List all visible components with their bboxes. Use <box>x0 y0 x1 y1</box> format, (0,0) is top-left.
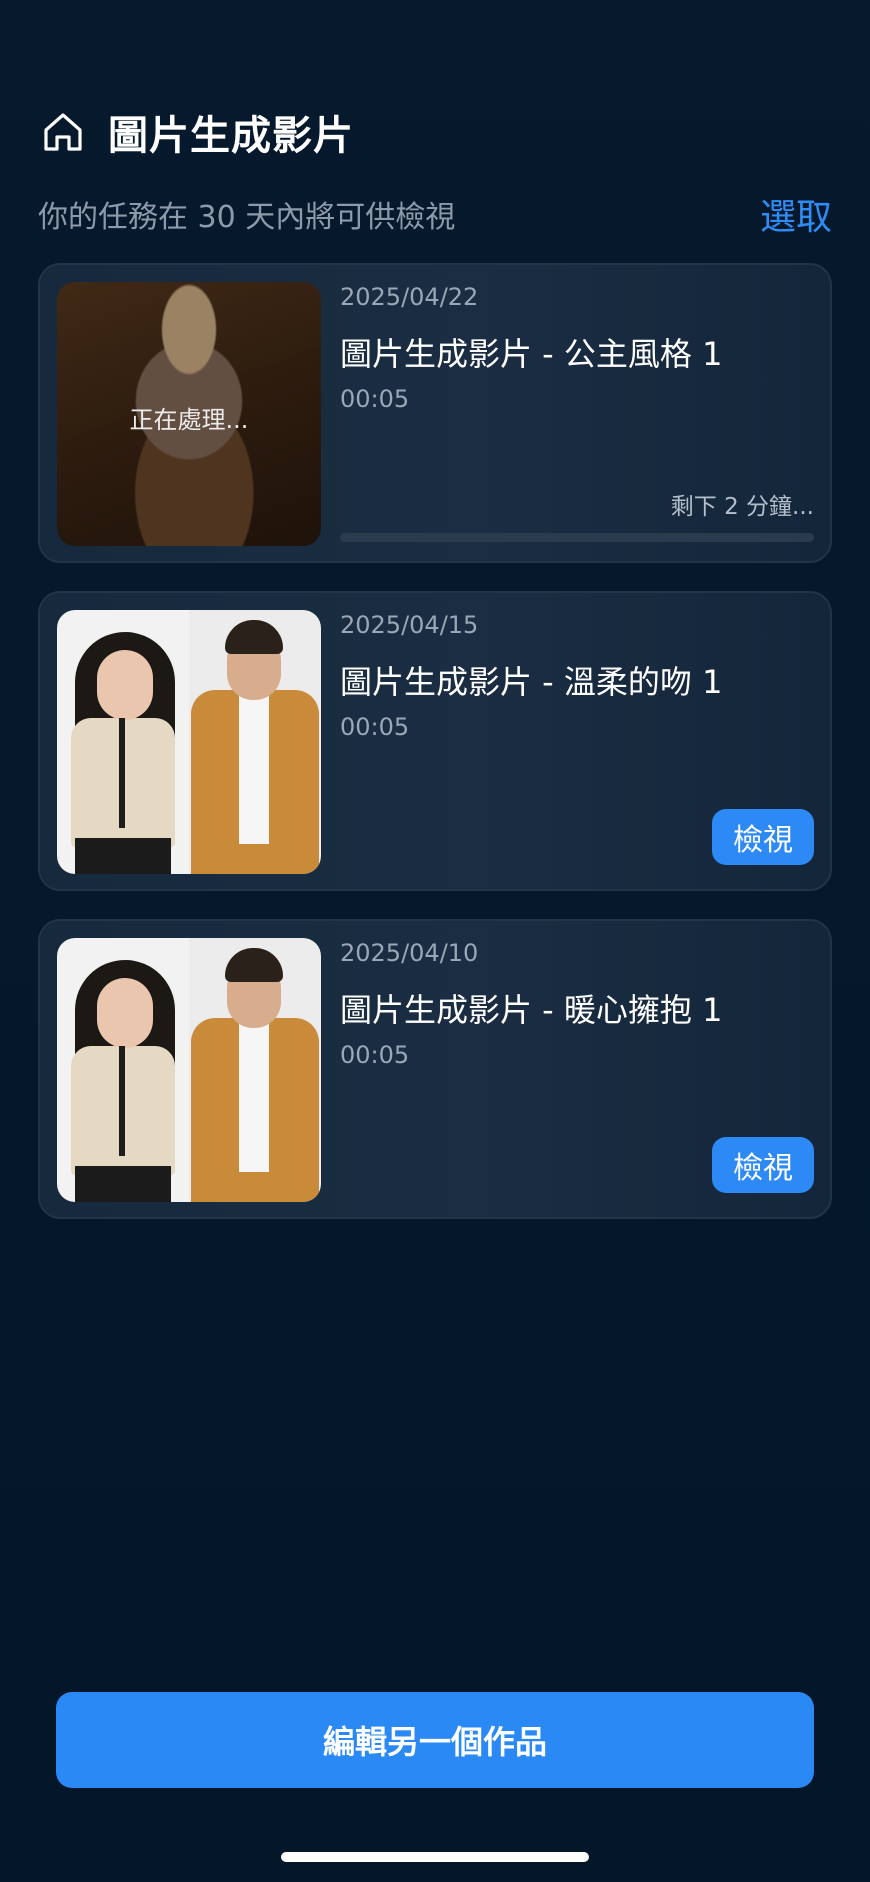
edit-another-work-button[interactable]: 編輯另一個作品 <box>56 1692 814 1788</box>
screen: 圖片生成影片 你的任務在 30 天內將可供檢視 選取 正在處理... 2025/… <box>0 0 870 1882</box>
task-duration: 00:05 <box>340 1041 410 1069</box>
home-icon[interactable] <box>40 109 86 155</box>
processing-label: 正在處理... <box>129 406 249 434</box>
home-indicator[interactable] <box>281 1852 589 1862</box>
header: 圖片生成影片 <box>40 102 354 162</box>
task-duration: 00:05 <box>340 713 410 741</box>
task-date: 2025/04/22 <box>340 283 479 311</box>
task-thumbnail: 正在處理... <box>57 282 321 546</box>
task-duration: 00:05 <box>340 385 410 413</box>
photo-man <box>189 610 321 874</box>
task-thumbnail <box>57 610 321 874</box>
task-card[interactable]: 正在處理... 2025/04/22 圖片生成影片 - 公主風格 1 00:05… <box>38 263 832 563</box>
task-title: 圖片生成影片 - 溫柔的吻 1 <box>340 663 723 701</box>
task-title: 圖片生成影片 - 公主風格 1 <box>340 335 723 373</box>
task-card[interactable]: 2025/04/15 圖片生成影片 - 溫柔的吻 1 00:05 檢視 <box>38 591 832 891</box>
photo-woman <box>57 938 189 1202</box>
view-button[interactable]: 檢視 <box>712 809 814 865</box>
progress-bar <box>340 533 814 542</box>
task-date: 2025/04/10 <box>340 939 479 967</box>
task-thumbnail <box>57 938 321 1202</box>
retention-notice: 你的任務在 30 天內將可供檢視 <box>38 200 456 235</box>
view-button[interactable]: 檢視 <box>712 1137 814 1193</box>
task-title: 圖片生成影片 - 暖心擁抱 1 <box>340 991 723 1029</box>
select-button[interactable]: 選取 <box>760 188 832 240</box>
photo-man <box>189 938 321 1202</box>
task-date: 2025/04/15 <box>340 611 479 639</box>
time-remaining: 剩下 2 分鐘... <box>670 494 814 520</box>
subtitle-row: 你的任務在 30 天內將可供檢視 選取 <box>38 190 832 238</box>
photo-woman <box>57 610 189 874</box>
page-title: 圖片生成影片 <box>108 113 354 159</box>
task-card[interactable]: 2025/04/10 圖片生成影片 - 暖心擁抱 1 00:05 檢視 <box>38 919 832 1219</box>
